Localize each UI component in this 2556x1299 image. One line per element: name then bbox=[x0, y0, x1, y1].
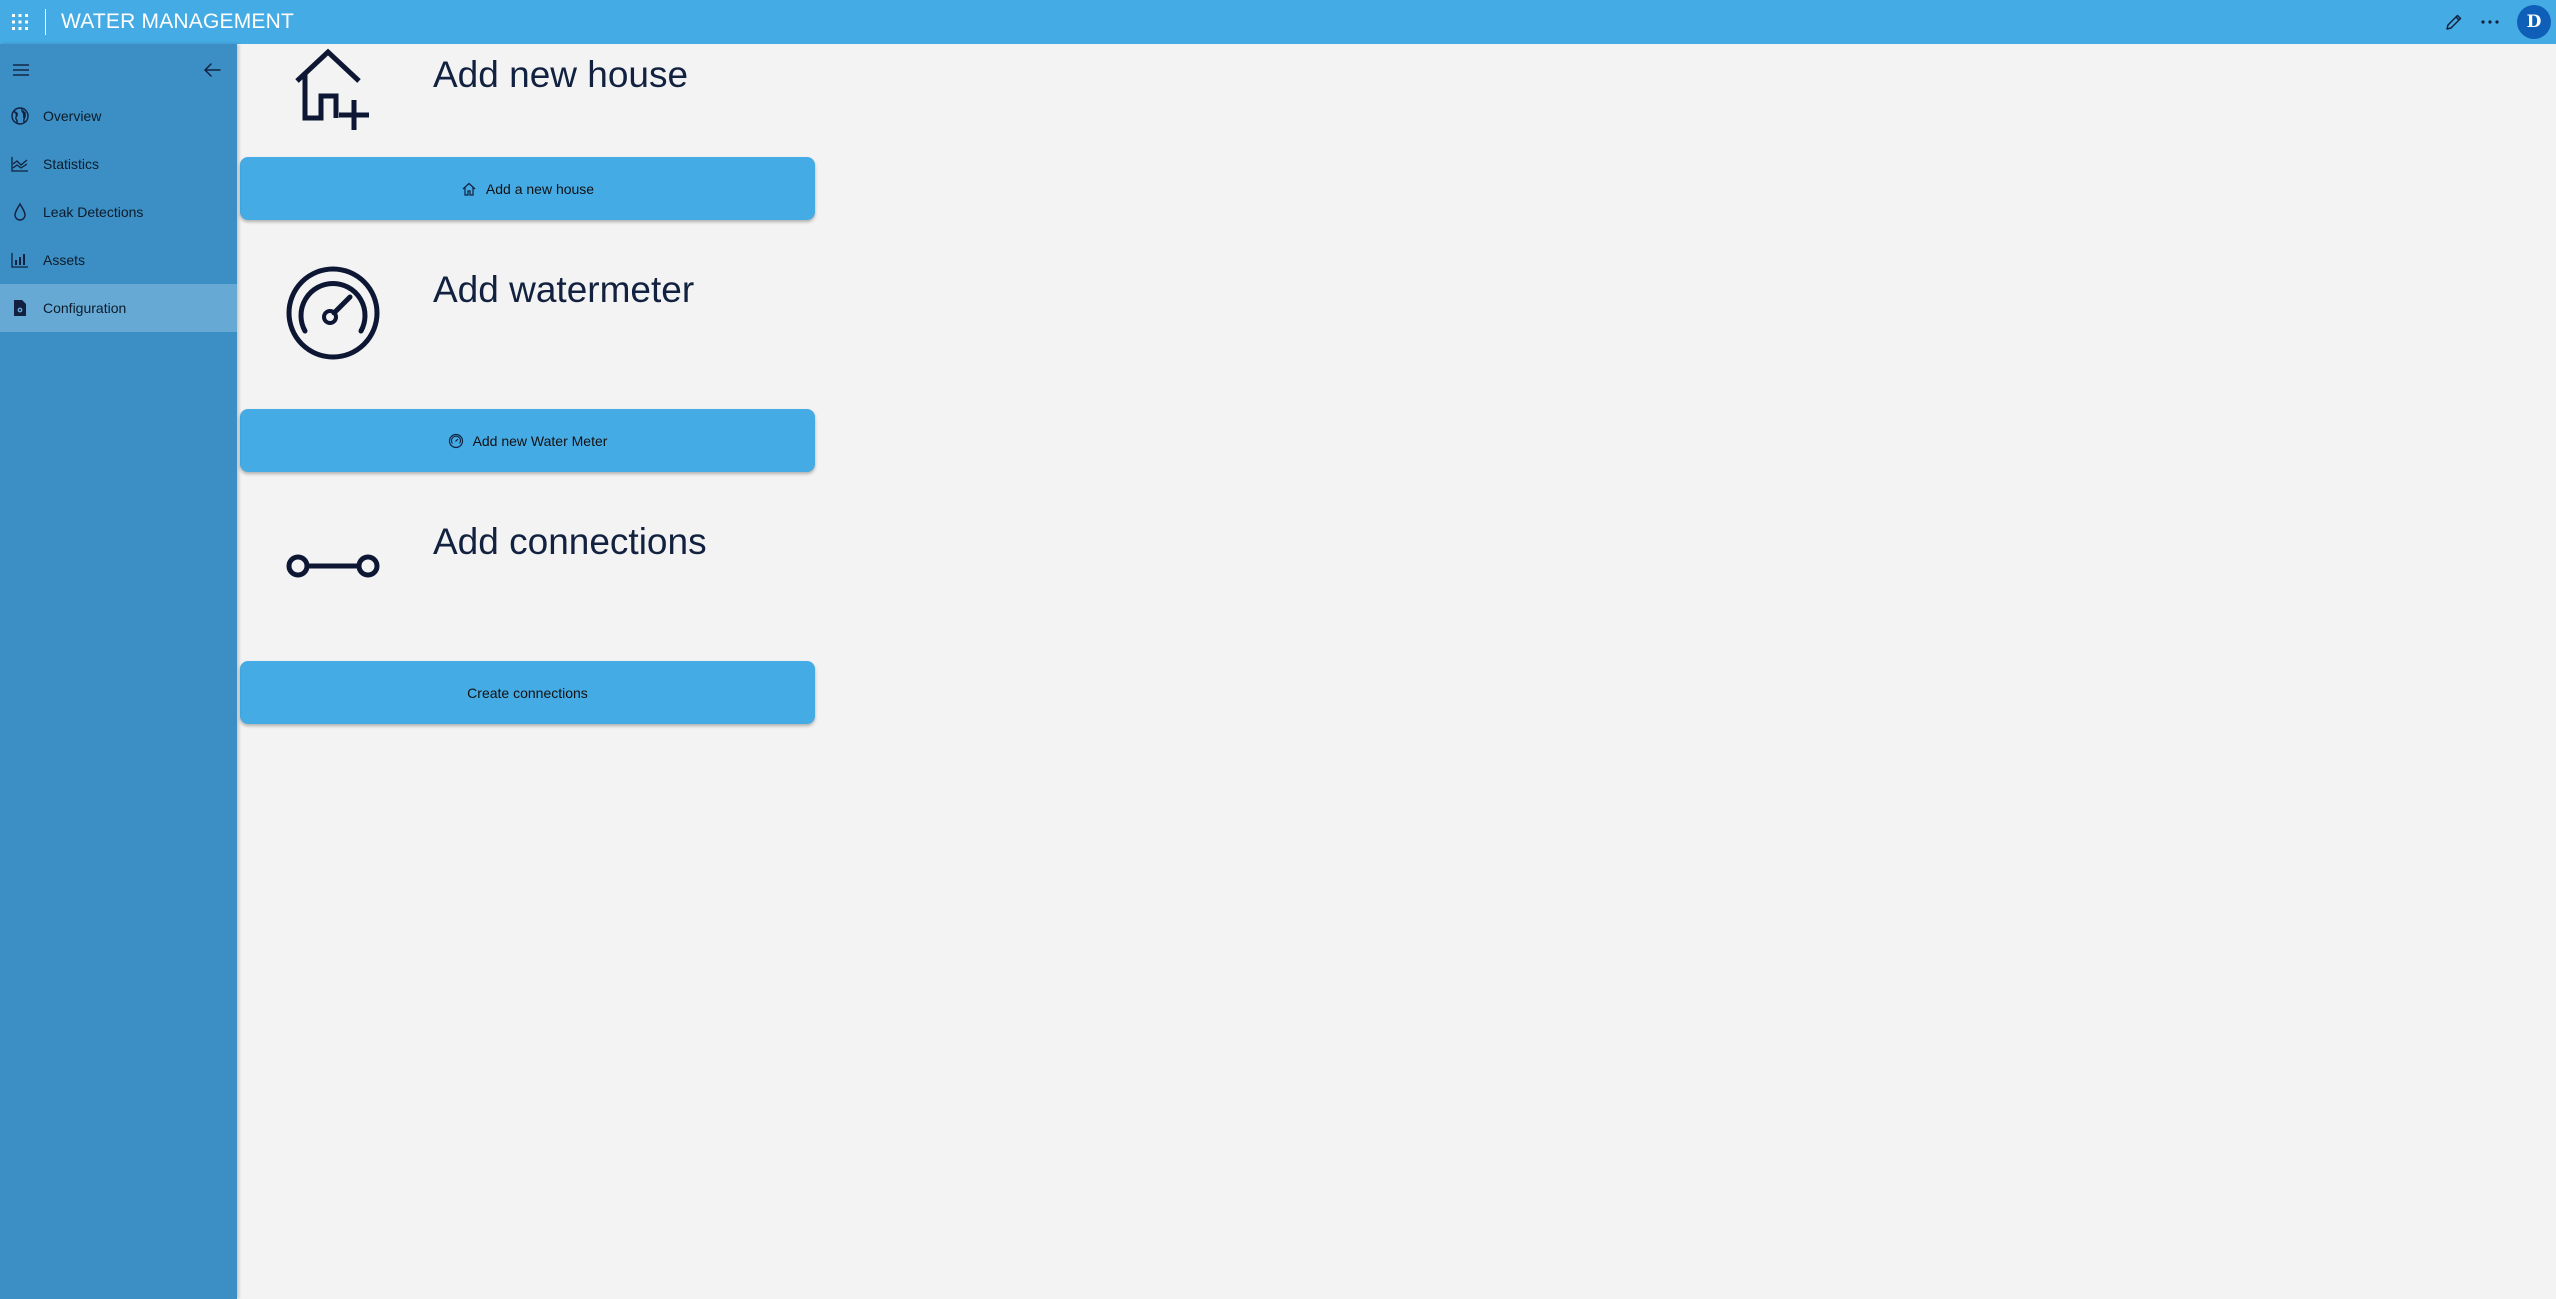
line-chart-icon bbox=[11, 157, 28, 172]
house-icon bbox=[462, 182, 476, 196]
sidebar-item-label: Configuration bbox=[43, 300, 127, 316]
house-add-icon bbox=[295, 48, 369, 130]
add-water-meter-button[interactable]: Add new Water Meter bbox=[240, 409, 815, 472]
section-title-add-connections: Add connections bbox=[433, 521, 707, 562]
section-title-add-house: Add new house bbox=[433, 54, 689, 95]
globe-icon bbox=[11, 107, 29, 125]
app-launcher-icon[interactable] bbox=[10, 12, 30, 32]
add-house-button[interactable]: Add a new house bbox=[240, 157, 815, 220]
top-bar: WATER MANAGEMENT D bbox=[0, 0, 2556, 44]
collapse-arrow-icon[interactable] bbox=[200, 58, 224, 82]
create-connections-button-label: Create connections bbox=[467, 684, 588, 701]
edit-icon[interactable] bbox=[2442, 10, 2466, 34]
sidebar-item-leak-detections[interactable]: Leak Detections bbox=[0, 188, 237, 236]
water-drop-icon bbox=[14, 202, 26, 221]
hamburger-menu-icon[interactable] bbox=[10, 59, 32, 81]
gauge-icon bbox=[286, 266, 380, 360]
topbar-divider bbox=[45, 9, 46, 35]
sidebar-item-configuration[interactable]: Configuration bbox=[0, 284, 237, 332]
sidebar-item-label: Assets bbox=[43, 252, 86, 268]
main-content: Add new house Add a new house Add waterm… bbox=[237, 44, 2556, 1299]
add-house-button-label: Add a new house bbox=[485, 180, 595, 197]
create-connections-button[interactable]: Create connections bbox=[240, 661, 815, 724]
user-avatar[interactable]: D bbox=[2517, 5, 2551, 39]
sidebar: Overview Statistics Leak Detections Asse… bbox=[0, 44, 237, 1299]
sidebar-item-statistics[interactable]: Statistics bbox=[0, 140, 237, 188]
section-title-add-watermeter: Add watermeter bbox=[433, 269, 695, 310]
sidebar-nav: Overview Statistics Leak Detections Asse… bbox=[0, 92, 237, 332]
config-document-icon bbox=[14, 300, 26, 316]
sidebar-item-label: Overview bbox=[43, 108, 102, 124]
app-title: WATER MANAGEMENT bbox=[61, 10, 295, 33]
sidebar-item-assets[interactable]: Assets bbox=[0, 236, 237, 284]
connection-icon bbox=[286, 554, 380, 578]
sidebar-item-overview[interactable]: Overview bbox=[0, 92, 237, 140]
gauge-small-icon bbox=[448, 433, 463, 448]
sidebar-item-label: Statistics bbox=[43, 156, 100, 172]
sidebar-item-label: Leak Detections bbox=[43, 204, 144, 220]
bar-chart-icon bbox=[11, 253, 28, 268]
more-icon[interactable] bbox=[2478, 10, 2502, 34]
add-water-meter-button-label: Add new Water Meter bbox=[472, 432, 608, 449]
